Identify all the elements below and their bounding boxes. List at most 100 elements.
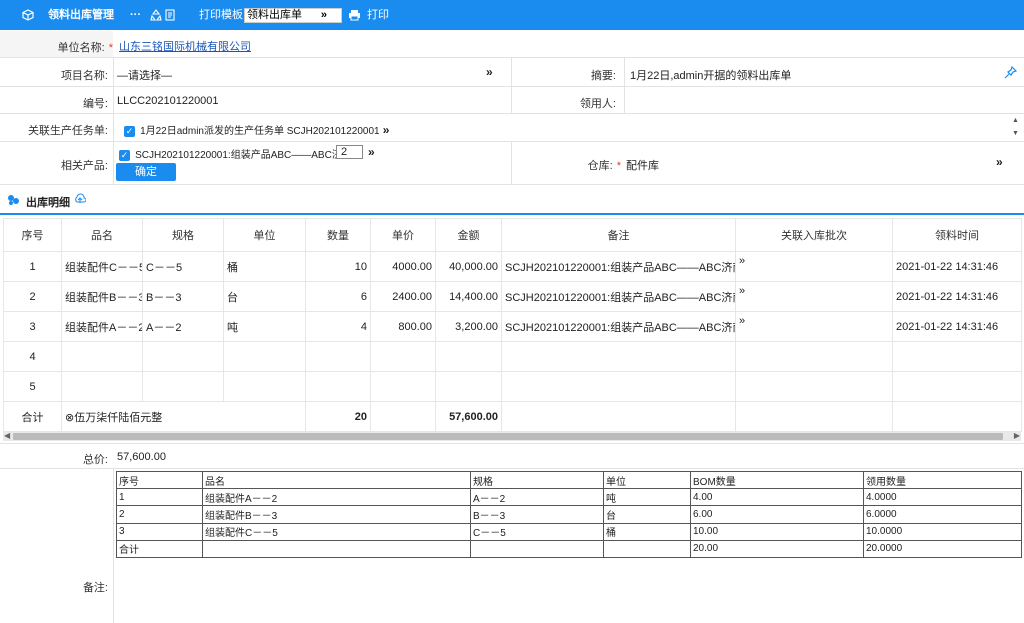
cell-qty[interactable]: 4 xyxy=(305,311,371,342)
bom-cell: 组装配件C－－5 xyxy=(202,522,471,541)
cell-unit[interactable]: 桶 xyxy=(223,251,306,282)
cell-price[interactable]: 4000.00 xyxy=(370,251,436,282)
cell-spec[interactable]: B－－3 xyxy=(142,281,224,312)
scroll-left-arrow[interactable]: ◀ xyxy=(4,431,10,440)
cell-unit[interactable] xyxy=(223,341,306,372)
cell-spec[interactable]: A－－2 xyxy=(142,311,224,342)
number-input[interactable]: LLCC202101220001 xyxy=(117,95,219,107)
bom-col-header: BOM数量 xyxy=(690,470,864,490)
cell-price[interactable]: 800.00 xyxy=(370,311,436,342)
summary-input[interactable]: 1月22日,admin开据的领料出库单 xyxy=(630,67,791,83)
scroll-down-arrow[interactable]: ▼ xyxy=(1012,130,1019,137)
bom-cell: 20.0000 xyxy=(863,539,1022,558)
cell-remark[interactable]: SCJH202101220001:组装产品ABC——ABC济南2 xyxy=(501,311,736,342)
batch-select-icon[interactable]: » xyxy=(735,251,893,282)
horizontal-scrollbar[interactable]: ◀ ▶ xyxy=(3,431,1021,441)
scrollbar-thumb[interactable] xyxy=(13,433,1003,440)
cell-remark[interactable] xyxy=(501,371,736,402)
cell-unit[interactable] xyxy=(223,371,306,402)
cell-time: 2021-01-22 14:31:46 xyxy=(892,251,1022,282)
bom-col-header: 领用数量 xyxy=(863,470,1022,490)
bom-cell: 10.0000 xyxy=(863,522,1022,541)
bom-row: 1 组装配件A－－2 A－－2 吨 4.00 4.0000 xyxy=(116,488,1022,507)
table-row[interactable]: 5 xyxy=(3,371,1022,402)
cell-batch[interactable] xyxy=(735,341,893,372)
batch-select-icon[interactable]: » xyxy=(735,281,893,312)
cell-spec[interactable] xyxy=(142,341,224,372)
recycle-icon[interactable] xyxy=(150,0,162,30)
number-row: 编号: LLCC202101220001 领用人: xyxy=(0,87,1024,114)
product-quantity-input[interactable]: 2 xyxy=(336,145,363,159)
print-button[interactable]: 打印 xyxy=(367,0,389,30)
warehouse-select[interactable]: 配件库 xyxy=(626,157,659,173)
chevron-right-icon[interactable]: » xyxy=(383,123,390,137)
batch-select-icon[interactable]: » xyxy=(735,311,893,342)
warehouse-label: 仓库: xyxy=(587,160,613,172)
cell-price[interactable] xyxy=(370,341,436,372)
upload-icon[interactable] xyxy=(74,193,87,208)
col-header: 单位 xyxy=(223,218,306,252)
remarks-label: 备注: xyxy=(82,582,108,594)
confirm-button[interactable]: 确定 xyxy=(116,163,176,181)
task-checkbox[interactable]: ✓ xyxy=(124,125,135,137)
cell-unit[interactable]: 吨 xyxy=(223,311,306,342)
print-template-select[interactable]: 领料出库单 » xyxy=(244,8,342,23)
chevron-right-icon[interactable]: » xyxy=(368,145,375,159)
export-icon[interactable] xyxy=(165,0,176,30)
cell-remark[interactable] xyxy=(501,341,736,372)
cell-unit[interactable]: 台 xyxy=(223,281,306,312)
cell-time xyxy=(892,341,1022,372)
cell-name[interactable]: 组装配件A－－2 xyxy=(61,311,143,342)
cell-price[interactable]: 2400.00 xyxy=(370,281,436,312)
bom-cell: 20.00 xyxy=(690,539,864,558)
cell-amount: 14,400.00 xyxy=(435,281,502,312)
bom-cell: B－－3 xyxy=(470,505,604,524)
cell-time: 2021-01-22 14:31:46 xyxy=(892,281,1022,312)
table-row[interactable]: 2 组装配件B－－3 B－－3 台 6 2400.00 14,400.00 SC… xyxy=(3,281,1022,312)
cell-index: 4 xyxy=(3,341,62,372)
cell-price[interactable] xyxy=(370,371,436,402)
col-header: 单价 xyxy=(370,218,436,252)
bom-cell: 合计 xyxy=(116,539,203,558)
scroll-right-arrow[interactable]: ▶ xyxy=(1014,431,1020,440)
cell-name[interactable] xyxy=(61,371,143,402)
col-header: 数量 xyxy=(305,218,371,252)
bom-cell xyxy=(603,539,691,558)
cell-spec[interactable]: C－－5 xyxy=(142,251,224,282)
total-amount: 57,600.00 xyxy=(435,401,502,432)
cell-qty[interactable] xyxy=(305,341,371,372)
printer-icon[interactable] xyxy=(348,0,361,30)
cell-name[interactable]: 组装配件C－－5 xyxy=(61,251,143,282)
project-label: 项目名称: xyxy=(60,70,108,82)
chevron-right-icon[interactable]: » xyxy=(996,155,1003,169)
project-select[interactable]: —请选择— xyxy=(117,67,172,83)
cell-spec[interactable] xyxy=(142,371,224,402)
cell-batch[interactable] xyxy=(735,371,893,402)
scroll-up-arrow[interactable]: ▲ xyxy=(1012,117,1019,124)
cell-remark[interactable]: SCJH202101220001:组装产品ABC——ABC济南2 xyxy=(501,251,736,282)
pin-icon[interactable] xyxy=(1004,65,1018,82)
table-row[interactable]: 1 组装配件C－－5 C－－5 桶 10 4000.00 40,000.00 S… xyxy=(3,251,1022,282)
cell-qty[interactable]: 10 xyxy=(305,251,371,282)
unit-name-link[interactable]: 山东三铭国际机械有限公司 xyxy=(119,38,251,54)
cell-name[interactable] xyxy=(61,341,143,372)
cell-remark[interactable]: SCJH202101220001:组装产品ABC——ABC济南2 xyxy=(501,281,736,312)
bom-col-header: 序号 xyxy=(116,470,203,490)
cell-qty[interactable]: 6 xyxy=(305,281,371,312)
required-asterisk: * xyxy=(108,42,113,54)
cell-name[interactable]: 组装配件B－－3 xyxy=(61,281,143,312)
bom-cell: 组装配件A－－2 xyxy=(202,488,471,507)
table-total-row: 合计 ⊗伍万柒仟陆佰元整 20 57,600.00 xyxy=(3,401,1022,432)
cell-qty[interactable] xyxy=(305,371,371,402)
bom-cell: 4.00 xyxy=(690,488,864,507)
total-price-value: 57,600.00 xyxy=(117,451,166,463)
product-checkbox[interactable]: ✓ xyxy=(119,149,130,161)
table-row[interactable]: 4 xyxy=(3,341,1022,372)
cell-amount xyxy=(435,371,502,402)
table-row[interactable]: 3 组装配件A－－2 A－－2 吨 4 800.00 3,200.00 SCJH… xyxy=(3,311,1022,342)
bom-table[interactable]: 序号 品名 规格 单位 BOM数量 领用数量 1 组装配件A－－2 A－－2 吨… xyxy=(116,470,1022,558)
bom-cell: 2 xyxy=(116,505,203,524)
more-menu-button[interactable]: ··· xyxy=(130,0,141,30)
chevron-right-icon[interactable]: » xyxy=(486,65,493,79)
summary-label: 摘要: xyxy=(590,70,616,82)
